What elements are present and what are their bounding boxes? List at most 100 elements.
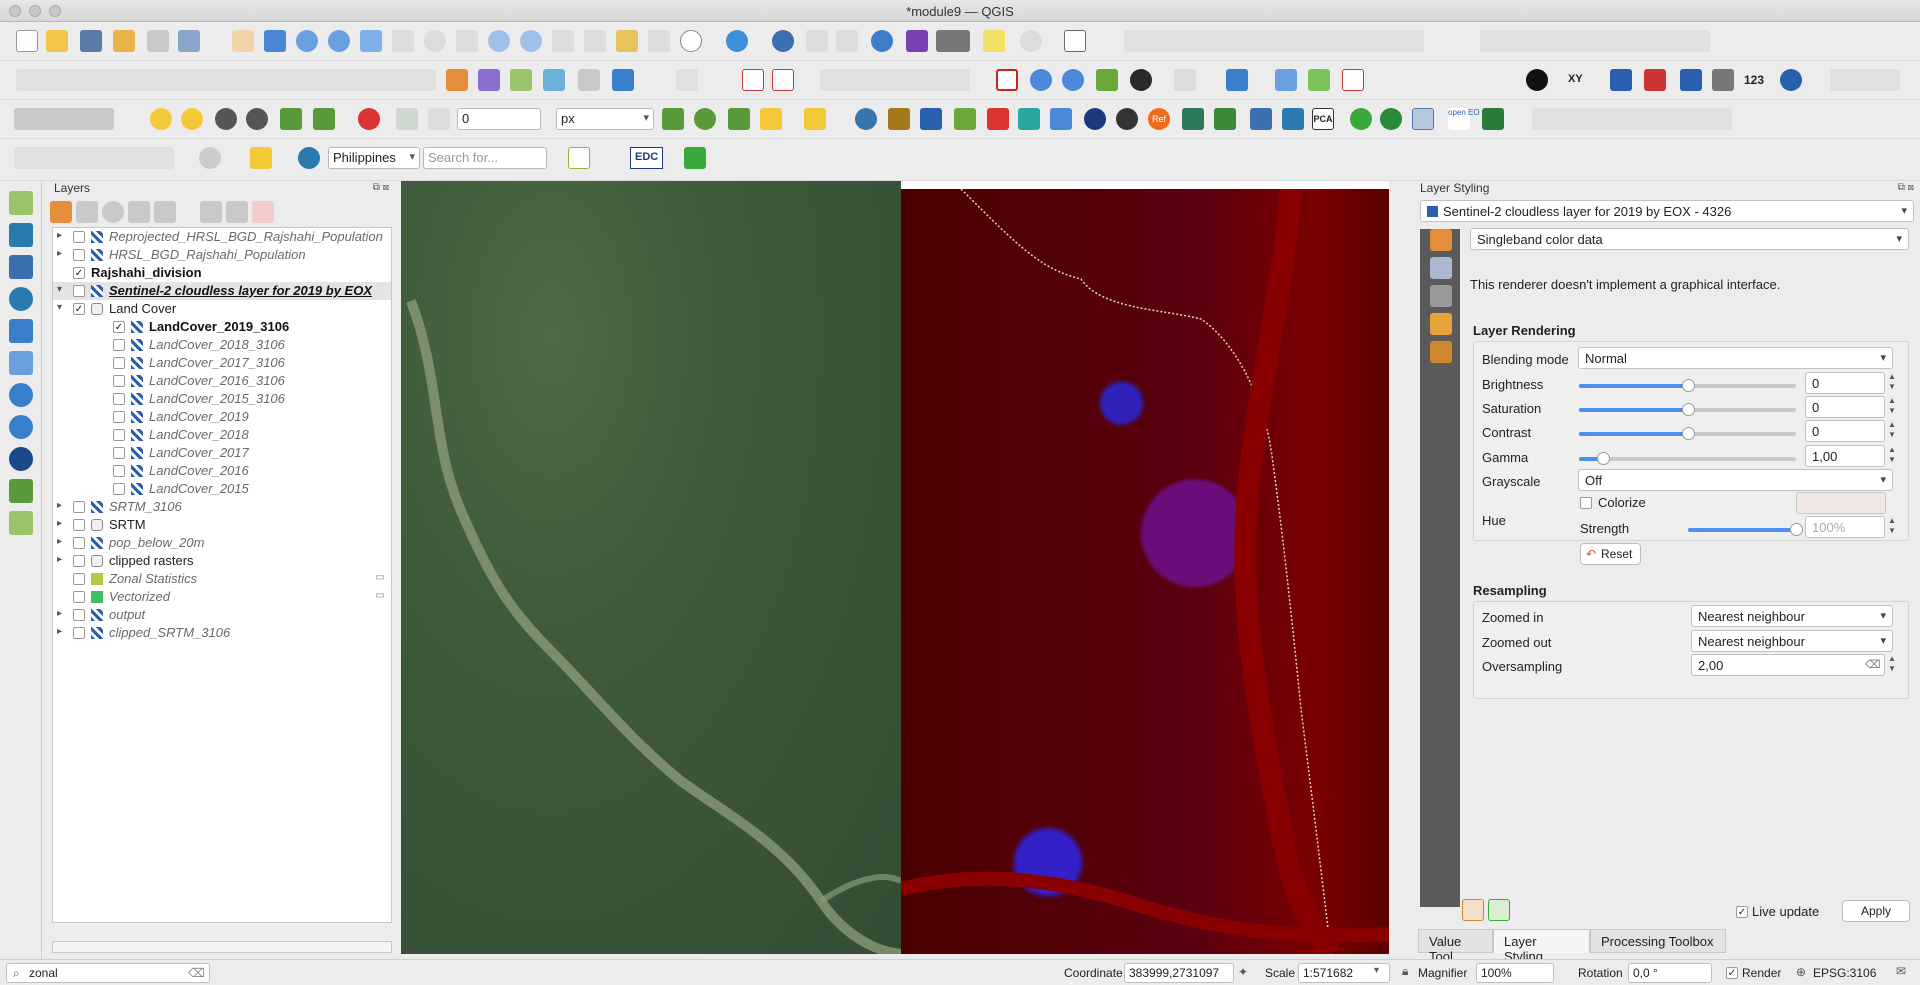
network-icon[interactable]: [1282, 108, 1304, 130]
open-layer-styling-icon[interactable]: [50, 201, 72, 223]
layer-visibility-checkbox[interactable]: [113, 375, 125, 387]
layer-visibility-checkbox[interactable]: [113, 411, 125, 423]
layer-visibility-checkbox[interactable]: [113, 429, 125, 441]
gamma-slider[interactable]: [1579, 452, 1796, 465]
layer-visibility-checkbox[interactable]: [73, 285, 85, 297]
messages-icon[interactable]: ✉: [1896, 964, 1906, 978]
intersection-icon[interactable]: [694, 108, 716, 130]
expand-arrow-icon[interactable]: ▸: [57, 248, 67, 259]
geocoder-icon[interactable]: [1174, 69, 1196, 91]
layer-visibility-checkbox[interactable]: [73, 573, 85, 585]
layer-visibility-checkbox[interactable]: [113, 447, 125, 459]
layer-visibility-checkbox[interactable]: [113, 357, 125, 369]
contrast-spin-arrows[interactable]: ▲ ▼: [1887, 420, 1897, 442]
save-project-icon[interactable]: [80, 30, 102, 52]
symbology-tab-icon[interactable]: [1430, 257, 1452, 279]
help-icon[interactable]: [1226, 69, 1248, 91]
saturation-spin-arrows[interactable]: ▲ ▼: [1887, 396, 1897, 418]
add-vector-layer-icon[interactable]: [446, 69, 468, 91]
layer-indicator-icon[interactable]: ▭: [376, 572, 385, 583]
country-select[interactable]: Philippines: [328, 147, 420, 169]
qgis-plugin-f-icon[interactable]: [1050, 108, 1072, 130]
plugin-refresh-icon[interactable]: [1308, 69, 1330, 91]
identify-icon[interactable]: [772, 30, 794, 52]
label-tool-icon[interactable]: [676, 69, 698, 91]
binoculars-plugin-icon[interactable]: [1116, 108, 1138, 130]
plugin-leaf-icon[interactable]: [1096, 69, 1118, 91]
zoom-full-icon[interactable]: [360, 30, 382, 52]
text-annotation-icon[interactable]: [1064, 30, 1086, 52]
saturation-slider[interactable]: [1579, 403, 1796, 416]
layer-visibility-checkbox[interactable]: [73, 627, 85, 639]
polygon-tool-icon[interactable]: [996, 69, 1018, 91]
add-point-icon[interactable]: [760, 108, 782, 130]
add-postgis-icon[interactable]: [543, 69, 565, 91]
zoom-last-icon[interactable]: [488, 30, 510, 52]
zoom-layer-icon[interactable]: [424, 30, 446, 52]
field-calculator-icon[interactable]: [836, 30, 858, 52]
layer-visibility-checkbox[interactable]: [73, 501, 85, 513]
new-project-icon[interactable]: [16, 30, 38, 52]
layer-row[interactable]: LandCover_2019: [53, 408, 391, 426]
styling-panel-float-close-buttons[interactable]: ⧉ ⊠: [1898, 182, 1914, 193]
statistics-sigma-icon[interactable]: [906, 30, 928, 52]
remove-layer-icon[interactable]: [252, 201, 274, 223]
layer-visibility-checkbox[interactable]: [73, 231, 85, 243]
layer-row[interactable]: LandCover_2017: [53, 444, 391, 462]
color-grid-plugin-icon[interactable]: [684, 147, 706, 169]
strength-slider[interactable]: [1688, 523, 1803, 536]
vertex-icon[interactable]: [280, 108, 302, 130]
new-map-view-icon[interactable]: [552, 30, 574, 52]
show-bookmarks-icon[interactable]: [648, 30, 670, 52]
new-bookmark-icon[interactable]: [616, 30, 638, 52]
strength-spinbox[interactable]: 100%: [1805, 516, 1885, 538]
expand-arrow-icon[interactable]: ▸: [57, 626, 67, 637]
binoculars-icon[interactable]: [1130, 69, 1152, 91]
tab-layer-styling[interactable]: Layer Styling: [1493, 929, 1590, 964]
zoom-in-icon[interactable]: [296, 30, 318, 52]
processing-gear-icon[interactable]: [871, 30, 893, 52]
layer-row[interactable]: LandCover_2018: [53, 426, 391, 444]
layer-row[interactable]: Zonal Statistics ▭: [53, 570, 391, 588]
layer-row[interactable]: ▸ clipped_SRTM_3106: [53, 624, 391, 642]
search-icon[interactable]: [298, 147, 320, 169]
layer-visibility-checkbox[interactable]: ✓: [73, 267, 85, 279]
ghost-plugin-icon[interactable]: [199, 147, 221, 169]
layer-row[interactable]: ▸ HRSL_BGD_Rajshahi_Population: [53, 246, 391, 264]
light-icon[interactable]: [150, 108, 172, 130]
butterfly-plugin-icon[interactable]: [1482, 108, 1504, 130]
add-wms-vt-icon[interactable]: [9, 383, 33, 407]
expand-arrow-icon[interactable]: ▸: [57, 518, 67, 529]
recycle-plugin-icon[interactable]: [1350, 108, 1372, 130]
qgis-plugin-d-icon[interactable]: [987, 108, 1009, 130]
globe-zoom-icon[interactable]: [1062, 69, 1084, 91]
tracing-icon[interactable]: [804, 108, 826, 130]
add-virtual-icon[interactable]: [9, 351, 33, 375]
magnifier-field[interactable]: 100%: [1476, 963, 1554, 983]
node-b-icon[interactable]: [246, 108, 268, 130]
zoom-native-icon[interactable]: [456, 30, 478, 52]
layer-row[interactable]: ▾ Sentinel-2 cloudless layer for 2019 by …: [53, 282, 391, 300]
expand-arrow-icon[interactable]: ▸: [57, 608, 67, 619]
zoomed-in-select[interactable]: Nearest neighbour: [1691, 605, 1893, 627]
label-abc-alt-icon[interactable]: [772, 69, 794, 91]
crs-globe-icon[interactable]: ⊕: [1796, 965, 1806, 979]
new-mesh-icon[interactable]: [9, 255, 33, 279]
label-abc-icon[interactable]: [742, 69, 764, 91]
layer-tree[interactable]: ▸ Reprojected_HRSL_BGD_Rajshahi_Populatio…: [52, 227, 392, 923]
grayscale-select[interactable]: Off: [1578, 469, 1893, 491]
snap-unit-select[interactable]: px: [556, 108, 654, 130]
expand-arrow-icon[interactable]: ▸: [57, 500, 67, 511]
clear-field-icon[interactable]: ⌫: [1865, 658, 1881, 671]
add-vector-tile-icon[interactable]: [9, 479, 33, 503]
qgis-plugin-b-icon[interactable]: [920, 108, 942, 130]
expand-arrow-icon[interactable]: ▾: [57, 302, 67, 313]
curve-tool-icon[interactable]: [1610, 69, 1632, 91]
layer-visibility-checkbox[interactable]: [73, 591, 85, 603]
layer-row[interactable]: ▾ ✓ Land Cover: [53, 300, 391, 318]
zoom-selection-icon[interactable]: [392, 30, 414, 52]
rotation-field[interactable]: 0,0 °: [1628, 963, 1712, 983]
xy-tool-label[interactable]: XY: [1568, 73, 1583, 85]
save-as-icon[interactable]: [113, 30, 135, 52]
expand-arrow-icon[interactable]: ▸: [57, 536, 67, 547]
